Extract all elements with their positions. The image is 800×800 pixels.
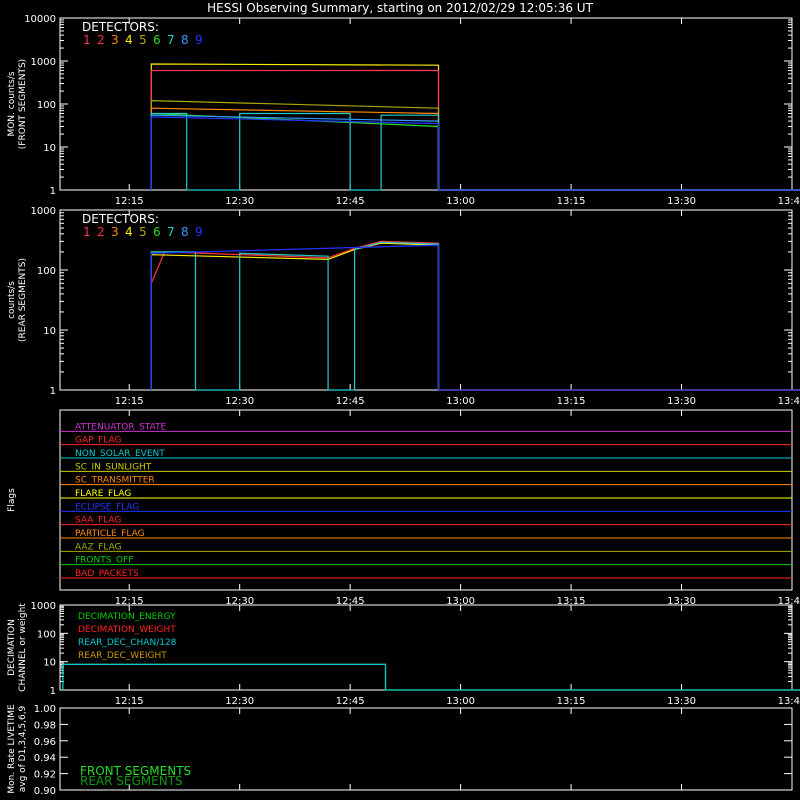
x-tick-label: 13:45 <box>778 196 800 207</box>
count-rate-line <box>150 242 800 391</box>
y-axis-label: (FRONT SEGMENTS) <box>18 59 28 149</box>
x-tick-label: 13:00 <box>446 396 475 407</box>
y-tick-label: 1.00 <box>34 704 56 715</box>
detector-number: 5 <box>139 33 147 47</box>
y-tick-label: 100 <box>37 629 56 640</box>
count-rate-line <box>150 114 800 191</box>
detector-number: 8 <box>181 225 189 239</box>
x-tick-label: 12:45 <box>336 196 365 207</box>
x-tick-label: 13:45 <box>778 696 800 707</box>
count-rate-line <box>150 63 800 191</box>
y-axis-label: counts/s <box>7 281 17 319</box>
y-tick-label: 0.94 <box>34 753 56 764</box>
detector-number: 7 <box>167 33 175 47</box>
y-tick-label: 1000 <box>31 206 56 217</box>
panel-frame-flags <box>59 409 793 591</box>
decimation-legend-entry: DECIMATION_ENERGY <box>78 612 176 622</box>
page-title: HESSI Observing Summary, starting on 201… <box>207 1 593 15</box>
count-rate-line <box>150 69 800 191</box>
detector-number: 1 <box>83 225 91 239</box>
y-tick-label: 10000 <box>24 14 56 25</box>
detector-number: 6 <box>153 225 161 239</box>
y-tick-label: 100 <box>37 266 56 277</box>
y-tick-label: 100 <box>37 100 56 111</box>
x-tick-label: 13:00 <box>446 696 475 707</box>
detector-number: 8 <box>181 33 189 47</box>
y-axis-label: Flags <box>7 488 17 512</box>
y-axis-label: MON. counts/s <box>7 71 17 136</box>
x-tick-label: 12:30 <box>225 696 254 707</box>
detector-number: 9 <box>195 33 203 47</box>
x-tick-label: 13:15 <box>557 696 586 707</box>
detector-number: 4 <box>125 225 133 239</box>
detectors-legend-title: DETECTORS: <box>82 212 159 226</box>
detector-number: 2 <box>97 225 105 239</box>
y-tick-label: 1000 <box>31 57 56 68</box>
detector-number: 3 <box>111 225 119 239</box>
decimation-line <box>62 663 800 691</box>
y-axis-label: CHANNEL or weight <box>18 603 28 692</box>
x-tick-label: 13:00 <box>446 196 475 207</box>
y-tick-label: 0.98 <box>34 720 56 731</box>
detector-number: 4 <box>125 33 133 47</box>
count-rate-line <box>150 241 440 391</box>
x-tick-label: 13:30 <box>667 696 696 707</box>
detector-number: 9 <box>195 225 203 239</box>
y-tick-label: 1000 <box>31 601 56 612</box>
hessi-summary-plot: HESSI Observing Summary, starting on 201… <box>0 0 800 800</box>
x-tick-label: 13:30 <box>667 196 696 207</box>
plot-canvas: HESSI Observing Summary, starting on 201… <box>7 1 800 797</box>
y-axis-label: avg of D1,3,4,5,6,9 <box>18 705 28 792</box>
y-axis-label: (REAR SEGMENTS) <box>18 258 28 342</box>
y-tick-label: 10 <box>43 143 56 154</box>
count-rate-line <box>150 116 800 191</box>
y-tick-label: 1 <box>50 186 56 197</box>
detectors-legend-title: DETECTORS: <box>82 20 159 34</box>
y-axis-label: DECIMATION <box>7 619 17 676</box>
x-tick-label: 13:15 <box>557 396 586 407</box>
x-tick-label: 13:45 <box>778 396 800 407</box>
y-tick-label: 1 <box>50 686 56 697</box>
x-tick-label: 12:45 <box>336 696 365 707</box>
x-tick-label: 12:45 <box>336 396 365 407</box>
livetime-legend-entry: REAR SEGMENTS <box>80 774 183 788</box>
count-rate-line <box>150 107 800 191</box>
x-tick-label: 12:15 <box>115 396 144 407</box>
x-tick-label: 12:30 <box>225 396 254 407</box>
y-tick-label: 0.90 <box>34 786 56 797</box>
decimation-legend-entry: REAR_DEC_CHAN/128 <box>78 638 177 648</box>
detector-number: 1 <box>83 33 91 47</box>
count-rate-line <box>150 244 800 391</box>
x-tick-label: 12:15 <box>115 696 144 707</box>
y-tick-label: 1 <box>50 386 56 397</box>
detector-number: 7 <box>167 225 175 239</box>
y-tick-label: 0.92 <box>34 770 56 781</box>
x-tick-label: 13:15 <box>557 196 586 207</box>
count-rate-line <box>150 240 800 391</box>
x-tick-label: 12:15 <box>115 196 144 207</box>
y-axis-label: Mon. Rate LIVETIME <box>7 704 17 794</box>
x-tick-label: 13:30 <box>667 396 696 407</box>
detector-number: 5 <box>139 225 147 239</box>
count-rate-line <box>150 112 800 191</box>
detector-number: 3 <box>111 33 119 47</box>
y-tick-label: 0.96 <box>34 737 56 748</box>
y-tick-label: 10 <box>43 658 56 669</box>
decimation-legend-entry: REAR_DEC_WEIGHT <box>78 651 167 661</box>
decimation-legend-entry: DECIMATION_WEIGHT <box>78 625 176 635</box>
detector-number: 2 <box>97 33 105 47</box>
y-tick-label: 10 <box>43 326 56 337</box>
decimation-line <box>62 663 800 691</box>
detector-number: 6 <box>153 33 161 47</box>
x-tick-label: 12:30 <box>225 196 254 207</box>
